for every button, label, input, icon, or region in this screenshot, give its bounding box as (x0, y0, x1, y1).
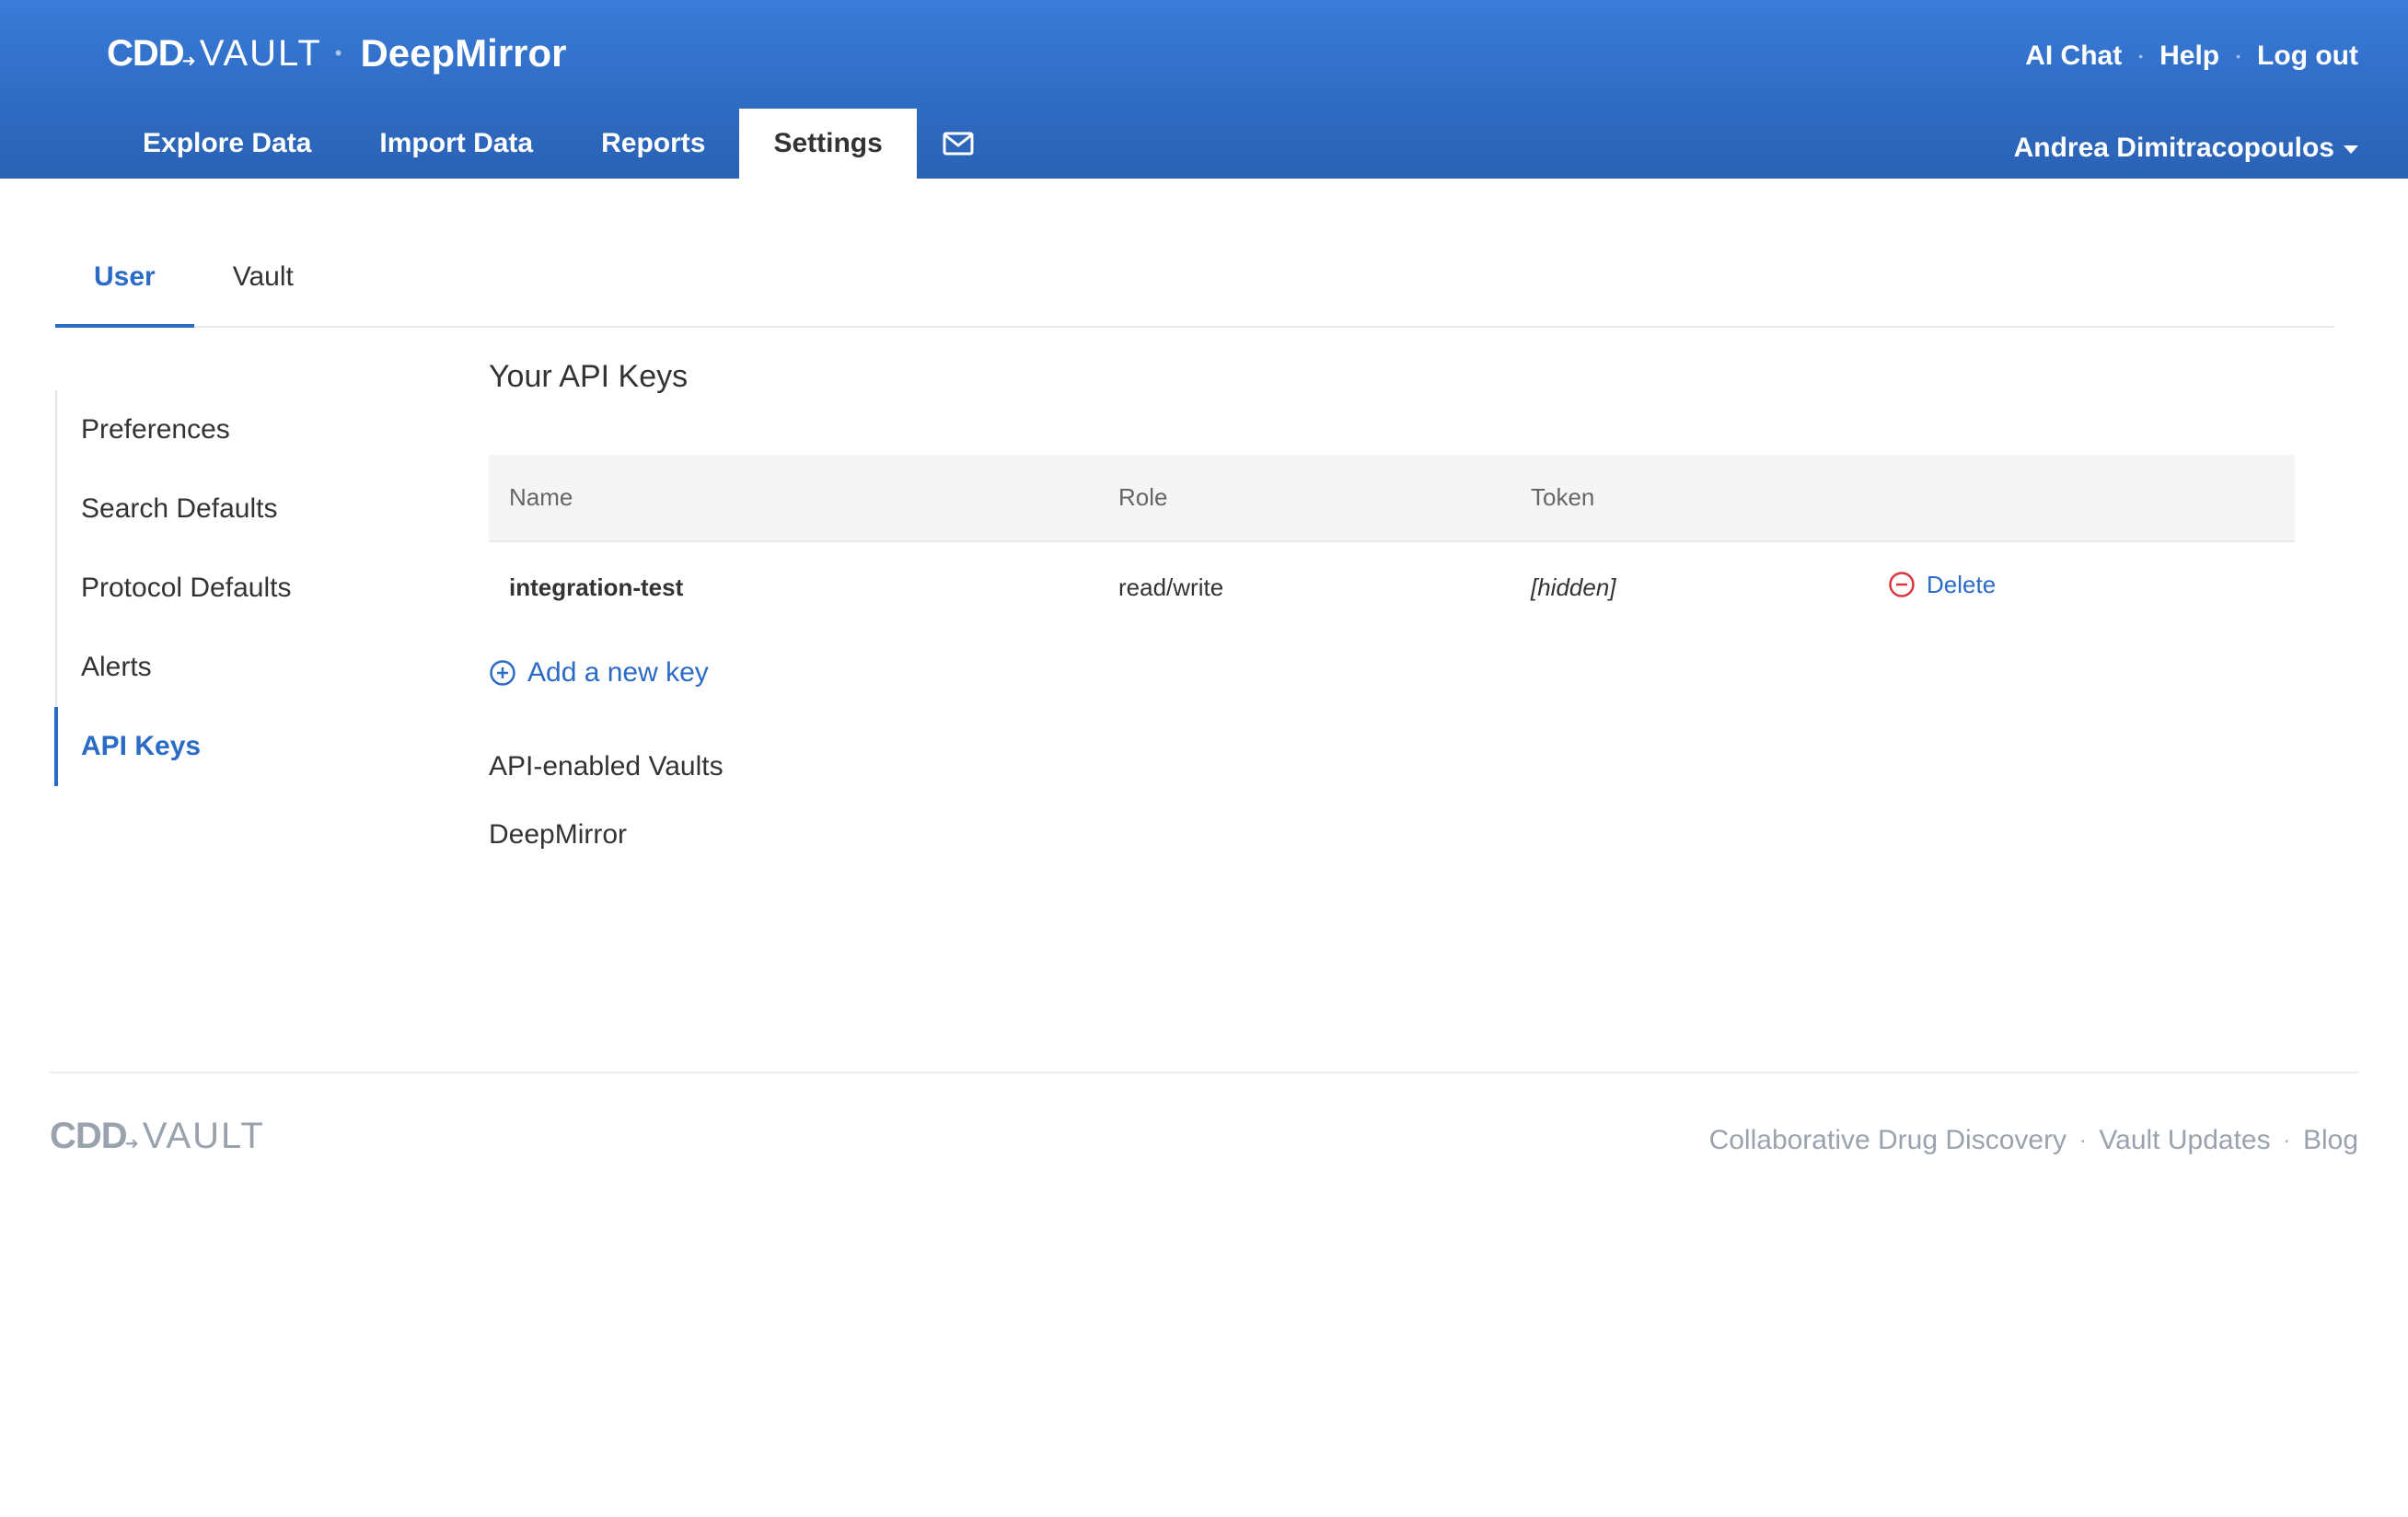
main-content: Your API Keys Name Role Token integratio… (489, 359, 2295, 850)
table-row: integration-test read/write [hidden] Del… (489, 541, 2295, 633)
add-key-label: Add a new key (527, 657, 709, 688)
sidenav-item-api-keys[interactable]: API Keys (54, 707, 423, 786)
footer-link-separator: · (2283, 1129, 2290, 1152)
footer-logo-cdd-text: CDD (50, 1116, 128, 1156)
sidenav-item-search-defaults[interactable]: Search Defaults (57, 469, 423, 549)
sidenav-item-alerts[interactable]: Alerts (57, 628, 423, 707)
link-separator: • (2138, 49, 2144, 64)
key-actions: Delete (1868, 541, 2295, 633)
api-keys-table: Name Role Token integration-test read/wr… (489, 455, 2295, 633)
column-header-role: Role (1118, 483, 1168, 511)
sidenav-item-protocol-defaults[interactable]: Protocol Defaults (57, 549, 423, 628)
ai-chat-link[interactable]: AI Chat (2025, 41, 2122, 72)
footer-link-blog[interactable]: Blog (2303, 1125, 2358, 1156)
envelope-icon (943, 132, 974, 156)
api-enabled-vaults-title: API-enabled Vaults (489, 751, 724, 782)
caret-down-icon (2344, 145, 2358, 154)
logo-arrow-icon: ➜ (181, 51, 196, 70)
footer-divider (50, 1071, 2358, 1073)
top-links: AI Chat • Help • Log out (2025, 41, 2358, 72)
nav-tab-import-data[interactable]: Import Data (345, 109, 567, 179)
column-header-actions (1868, 455, 2295, 541)
logo-cdd-text: CDD (107, 32, 185, 74)
settings-sidenav: Preferences Search Defaults Protocol Def… (54, 390, 423, 786)
column-header-token: Token (1531, 483, 1595, 511)
footer-logo-arrow-icon: ➜ (124, 1134, 139, 1152)
table-header-row: Name Role Token (489, 455, 2295, 541)
help-link[interactable]: Help (2159, 41, 2219, 72)
brand-separator: • (334, 41, 342, 64)
top-header: CDD ➜ VAULT • DeepMirror Explore Data Im… (0, 0, 2408, 179)
footer-logo-vault-text: VAULT (142, 1116, 265, 1156)
add-new-key-link[interactable]: Add a new key (489, 657, 709, 689)
settings-subtabs: User Vault (55, 237, 2334, 328)
user-name: Andrea Dimitracopoulos (2013, 133, 2334, 163)
key-role: read/write (1118, 573, 1224, 601)
footer-links: Collaborative Drug Discovery · Vault Upd… (1709, 1125, 2358, 1156)
sidenav-item-preferences[interactable]: Preferences (57, 390, 423, 469)
api-enabled-vault-item: DeepMirror (489, 819, 628, 850)
subtab-user[interactable]: User (55, 237, 194, 328)
cdd-vault-logo[interactable]: CDD ➜ VAULT (107, 33, 322, 75)
delete-key-button[interactable]: Delete (1888, 571, 1996, 599)
footer-link-vault-updates[interactable]: Vault Updates (2099, 1125, 2270, 1156)
footer-link-collaborative-drug-discovery[interactable]: Collaborative Drug Discovery (1709, 1125, 2066, 1156)
brand: CDD ➜ VAULT • DeepMirror (107, 26, 567, 81)
nav-tab-explore-data[interactable]: Explore Data (109, 109, 345, 179)
page-title: Your API Keys (489, 359, 689, 394)
nav-tab-reports[interactable]: Reports (567, 109, 739, 179)
delete-label: Delete (1927, 570, 1997, 598)
column-header-name: Name (509, 483, 573, 511)
footer-link-separator: · (2079, 1129, 2087, 1152)
main-nav: Explore Data Import Data Reports Setting… (109, 109, 1000, 179)
plus-circle-icon (490, 660, 515, 686)
messages-button[interactable] (917, 109, 1000, 179)
link-separator: • (2236, 49, 2241, 64)
user-menu[interactable]: Andrea Dimitracopoulos (2014, 133, 2358, 164)
minus-circle-icon (1889, 572, 1915, 597)
log-out-link[interactable]: Log out (2257, 41, 2358, 72)
vault-name[interactable]: DeepMirror (360, 31, 566, 75)
key-name: integration-test (509, 573, 684, 601)
key-token: [hidden] (1531, 573, 1616, 601)
subtab-vault[interactable]: Vault (194, 237, 332, 326)
footer-cdd-vault-logo[interactable]: CDD ➜ VAULT (50, 1116, 265, 1157)
logo-vault-text: VAULT (199, 32, 322, 74)
nav-tab-settings[interactable]: Settings (739, 109, 917, 179)
